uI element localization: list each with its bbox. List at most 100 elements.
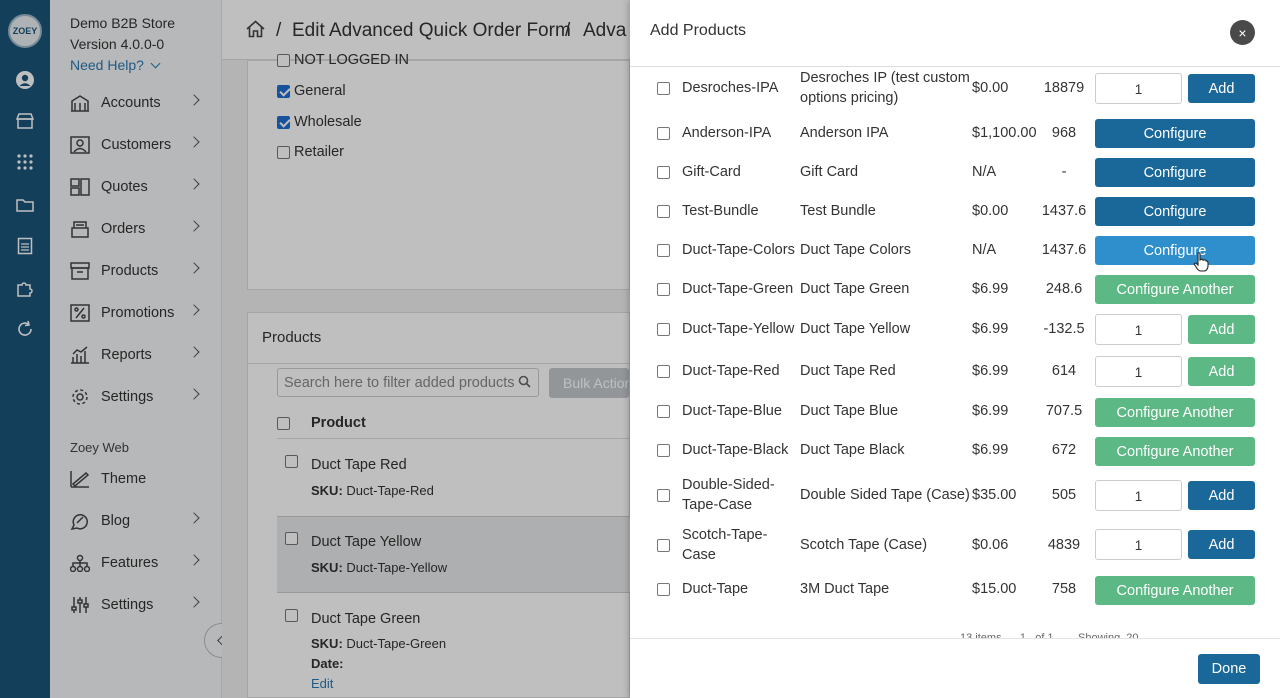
row-qty: 1437.6 [1041, 203, 1087, 219]
row-checkbox[interactable] [657, 127, 670, 140]
add-button[interactable]: Add [1188, 315, 1255, 344]
row-price: $0.00 [972, 203, 1009, 219]
row-price: $6.99 [972, 442, 1009, 458]
row-checkbox[interactable] [657, 244, 670, 257]
configure-another-button[interactable]: Configure Another [1095, 275, 1255, 304]
product-row: Double-Sided-Tape-Case Double Sided Tape… [630, 471, 1280, 519]
row-sku: Duct-Tape-Yellow [682, 321, 795, 337]
row-checkbox[interactable] [657, 323, 670, 336]
row-checkbox[interactable] [657, 283, 670, 296]
product-row: Duct-Tape 3M Duct Tape $15.00 758 Config… [630, 569, 1280, 611]
product-row: Duct-Tape-Blue Duct Tape Blue $6.99 707.… [630, 393, 1280, 432]
row-name: Duct Tape Black [800, 442, 905, 458]
row-checkbox[interactable] [657, 444, 670, 457]
row-name: Anderson IPA [800, 125, 889, 141]
row-price: $35.00 [972, 487, 1017, 503]
configure-another-button[interactable]: Configure Another [1095, 437, 1255, 466]
row-name: Test Bundle [800, 203, 876, 219]
row-qty: 505 [1051, 487, 1077, 503]
quantity-input[interactable]: 1 [1095, 73, 1182, 104]
row-sku: Test-Bundle [682, 203, 759, 219]
row-qty: 758 [1051, 581, 1077, 597]
row-price: N/A [972, 164, 997, 180]
row-name: Duct Tape Colors [800, 242, 911, 258]
row-checkbox[interactable] [657, 166, 670, 179]
product-row: Duct-Tape-Colors Duct Tape Colors N/A 14… [630, 233, 1280, 272]
configure-button[interactable]: Configure [1095, 119, 1255, 148]
product-row: Duct-Tape-Red Duct Tape Red $6.99 614 1 … [630, 352, 1280, 393]
configure-button[interactable]: Configure [1095, 197, 1255, 226]
row-qty: 707.5 [1045, 403, 1083, 419]
pointer-cursor-icon [1193, 252, 1209, 276]
row-qty: - [1061, 164, 1067, 180]
row-price: $6.99 [972, 281, 1009, 297]
row-qty: 614 [1051, 363, 1077, 379]
add-products-modal: Add Products × Desroches-IPA Desroches I… [630, 0, 1280, 698]
row-price: $6.99 [972, 403, 1009, 419]
row-sku: Duct-Tape-Blue [682, 403, 782, 419]
row-price: N/A [972, 242, 997, 258]
row-name: Scotch Tape (Case) [800, 537, 928, 553]
row-sku: Duct-Tape-Colors [682, 242, 795, 258]
row-name: 3M Duct Tape [800, 581, 890, 597]
configure-button[interactable]: Configure [1095, 158, 1255, 187]
row-checkbox[interactable] [657, 82, 670, 95]
product-row: Test-Bundle Test Bundle $0.00 1437.6 Con… [630, 194, 1280, 233]
close-modal-button[interactable]: × [1230, 20, 1255, 45]
row-sku: Duct-Tape-Green [682, 281, 794, 297]
row-checkbox[interactable] [657, 539, 670, 552]
product-row: Anderson-IPA Anderson IPA $1,100.00 968 … [630, 111, 1280, 155]
row-qty: 18879 [1043, 80, 1085, 96]
row-qty: 248.6 [1045, 281, 1083, 297]
row-name: Duct Tape Green [800, 281, 910, 297]
row-sku: Desroches-IPA [682, 80, 779, 96]
product-row: Desroches-IPA Desroches IP (test custom … [630, 67, 1280, 111]
row-price: $1,100.00 [972, 125, 1037, 141]
row-name: Duct Tape Yellow [800, 321, 911, 337]
add-button[interactable]: Add [1188, 74, 1255, 103]
row-sku: Anderson-IPA [682, 125, 772, 141]
add-button[interactable]: Add [1188, 481, 1255, 510]
row-price: $15.00 [972, 581, 1017, 597]
quantity-input[interactable]: 1 [1095, 314, 1182, 345]
product-row: Duct-Tape-Yellow Duct Tape Yellow $6.99 … [630, 311, 1280, 352]
add-button[interactable]: Add [1188, 530, 1255, 559]
row-qty: 4839 [1047, 537, 1081, 553]
row-checkbox[interactable] [657, 205, 670, 218]
row-checkbox[interactable] [657, 365, 670, 378]
modal-backdrop[interactable] [0, 0, 630, 698]
product-row: Scotch-Tape-Case Scotch Tape (Case) $0.0… [630, 519, 1280, 569]
row-price: $6.99 [972, 321, 1009, 337]
configure-another-button[interactable]: Configure Another [1095, 576, 1255, 605]
product-row: Duct-Tape-Green Duct Tape Green $6.99 24… [630, 272, 1280, 311]
row-checkbox[interactable] [657, 583, 670, 596]
row-sku: Gift-Card [682, 164, 741, 180]
configure-button[interactable]: Configure [1095, 236, 1255, 265]
row-qty: 672 [1051, 442, 1077, 458]
row-name: Desroches IP (test custom options pricin… [800, 70, 970, 106]
row-name: Duct Tape Blue [800, 403, 899, 419]
row-name: Gift Card [800, 164, 859, 180]
row-sku: Duct-Tape-Black [682, 442, 789, 458]
configure-another-button[interactable]: Configure Another [1095, 398, 1255, 427]
row-sku: Double-Sided-Tape-Case [682, 477, 775, 513]
product-row: Duct-Tape-Black Duct Tape Black $6.99 67… [630, 432, 1280, 471]
row-checkbox[interactable] [657, 405, 670, 418]
row-price: $6.99 [972, 363, 1009, 379]
row-sku: Duct-Tape-Red [682, 363, 780, 379]
modal-title: Add Products [650, 22, 747, 39]
row-price: $0.00 [972, 80, 1009, 96]
row-name: Double Sided Tape (Case) [800, 487, 970, 503]
quantity-input[interactable]: 1 [1095, 480, 1182, 511]
row-sku: Scotch-Tape-Case [682, 527, 768, 563]
row-qty: 1437.6 [1041, 242, 1087, 258]
row-qty: 968 [1051, 125, 1077, 141]
row-qty: -132.5 [1043, 321, 1085, 337]
quantity-input[interactable]: 1 [1095, 356, 1182, 387]
row-checkbox[interactable] [657, 489, 670, 502]
row-name: Duct Tape Red [800, 363, 896, 379]
row-price: $0.06 [972, 537, 1009, 553]
done-button[interactable]: Done [1198, 654, 1260, 684]
add-button[interactable]: Add [1188, 357, 1255, 386]
quantity-input[interactable]: 1 [1095, 529, 1182, 560]
